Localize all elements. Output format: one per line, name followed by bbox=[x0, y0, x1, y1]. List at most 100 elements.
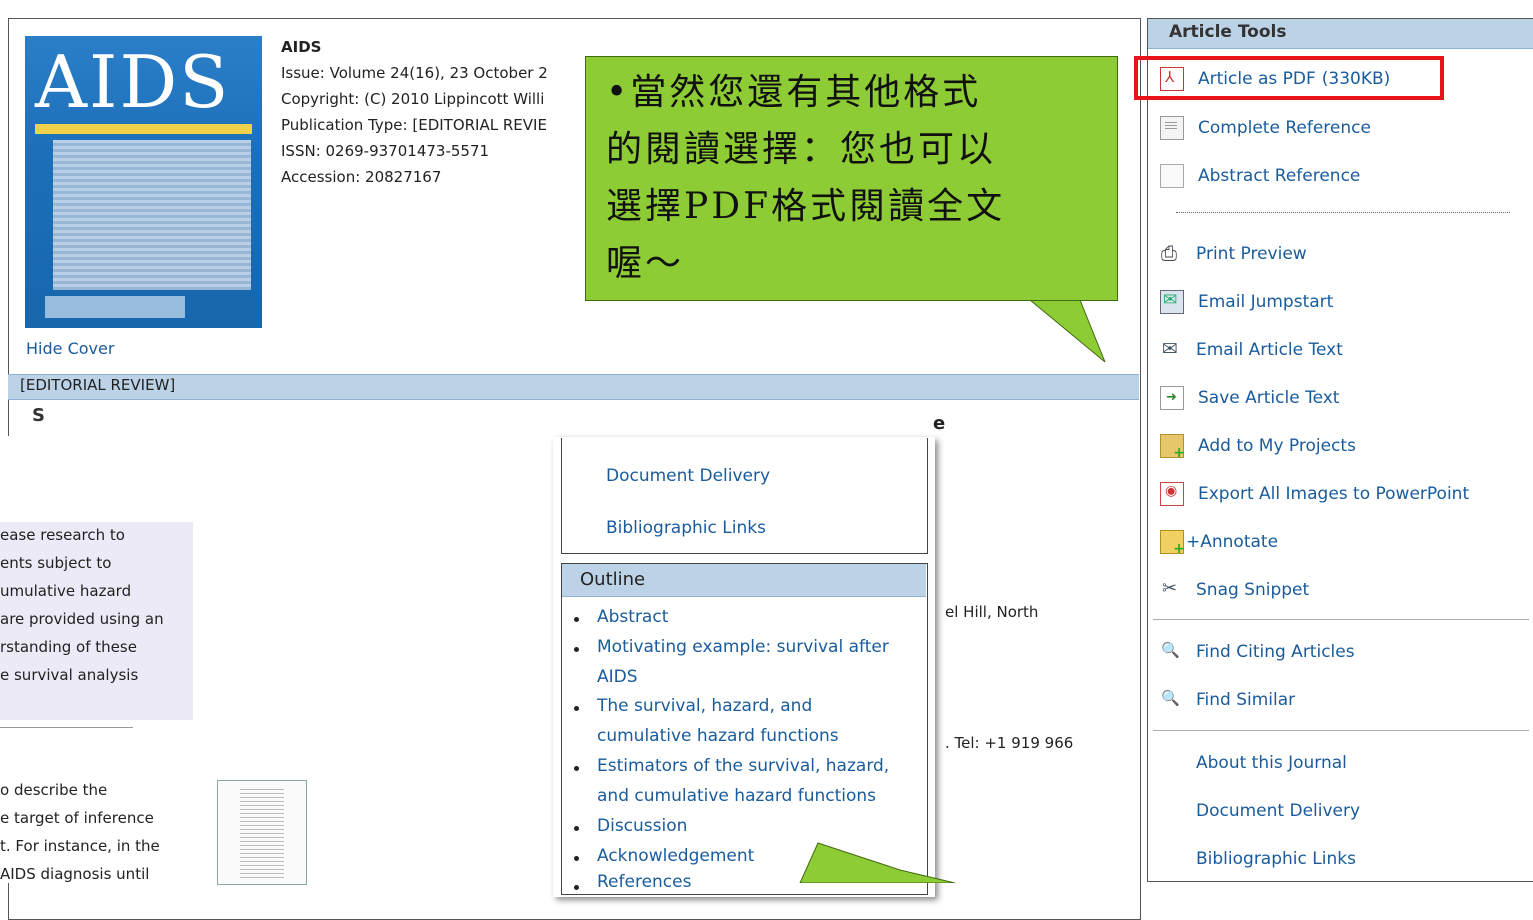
print-preview-link[interactable]: Print Preview bbox=[1160, 241, 1307, 266]
abstract-reference-label: Abstract Reference bbox=[1198, 166, 1361, 186]
bullet bbox=[574, 706, 579, 711]
body-line: t. For instance, in the bbox=[0, 837, 160, 855]
bibliographic-links-label: Bibliographic Links bbox=[1196, 849, 1356, 869]
complete-reference-label: Complete Reference bbox=[1198, 118, 1371, 138]
callout-line: 喔～ bbox=[606, 243, 685, 284]
email-icon bbox=[1160, 338, 1182, 361]
outline-item-discussion[interactable]: Discussion bbox=[597, 816, 687, 836]
outline-item-motivating-example[interactable]: Motivating example: survival after bbox=[597, 637, 889, 657]
save-article-text-label: Save Article Text bbox=[1198, 388, 1340, 408]
outline-item-acknowledgement[interactable]: Acknowledgement bbox=[597, 846, 754, 866]
bullet bbox=[574, 617, 579, 622]
abstract-line: umulative hazard bbox=[0, 582, 132, 600]
body-line: e target of inference bbox=[0, 809, 154, 827]
find-citing-articles-link[interactable]: Find Citing Articles bbox=[1160, 640, 1355, 664]
callout-line: 的閱讀選擇：您也可以 bbox=[606, 129, 997, 170]
export-images-link[interactable]: Export All Images to PowerPoint bbox=[1160, 482, 1469, 506]
document-delivery-label: Document Delivery bbox=[1196, 801, 1361, 821]
body-line: o describe the bbox=[0, 781, 108, 799]
abstract-line: e survival analysis bbox=[0, 666, 139, 684]
bullet bbox=[574, 647, 579, 652]
email-jumpstart-label: Email Jumpstart bbox=[1198, 292, 1334, 312]
dotted-divider bbox=[1176, 212, 1510, 213]
article-title-end: e bbox=[933, 413, 946, 434]
add-to-projects-label: Add to My Projects bbox=[1198, 436, 1356, 456]
bullet bbox=[574, 826, 579, 831]
callout-line: •當然您還有其他格式 bbox=[606, 72, 982, 113]
popup-bibliographic-links-link[interactable]: Bibliographic Links bbox=[606, 518, 766, 538]
document-icon bbox=[1160, 116, 1184, 140]
complete-reference-link[interactable]: Complete Reference bbox=[1160, 116, 1371, 140]
article-title: S bbox=[32, 405, 45, 425]
save-article-text-link[interactable]: Save Article Text bbox=[1160, 386, 1339, 410]
body-line: AIDS diagnosis until bbox=[0, 865, 150, 883]
journal-name: AIDS bbox=[281, 38, 322, 56]
email-article-text-link[interactable]: Email Article Text bbox=[1160, 338, 1343, 362]
bullet bbox=[574, 766, 579, 771]
abstract-line: ents subject to bbox=[0, 554, 112, 572]
magnifier-icon bbox=[1160, 689, 1182, 711]
abstract-line: are provided using an bbox=[0, 610, 164, 628]
find-citing-label: Find Citing Articles bbox=[1196, 642, 1355, 662]
journal-cover-image: AIDS bbox=[25, 36, 262, 328]
outline-item-survival-hazard[interactable]: The survival, hazard, and bbox=[597, 696, 812, 716]
outline-title: Outline bbox=[580, 569, 646, 590]
outline-item-estimators[interactable]: Estimators of the survival, hazard, bbox=[597, 756, 889, 776]
abstract-reference-link[interactable]: Abstract Reference bbox=[1160, 164, 1360, 188]
popup-document-delivery-link[interactable]: Document Delivery bbox=[606, 466, 770, 486]
annotate-label: +Annotate bbox=[1186, 532, 1279, 552]
email-jumpstart-icon bbox=[1160, 290, 1184, 314]
outline-item-survival-hazard-cont[interactable]: cumulative hazard functions bbox=[597, 726, 839, 746]
about-journal-link[interactable]: About this Journal bbox=[1160, 751, 1347, 775]
outline-item-estimators-cont[interactable]: and cumulative hazard functions bbox=[597, 786, 876, 806]
powerpoint-icon bbox=[1160, 482, 1184, 506]
bullet bbox=[574, 856, 579, 861]
copyright-info: Copyright: (C) 2010 Lippincott Willi bbox=[281, 90, 545, 108]
issn-info: ISSN: 0269-93701473-5571 bbox=[281, 142, 490, 160]
pdf-highlight-box bbox=[1134, 56, 1444, 100]
cover-logo: AIDS bbox=[35, 40, 231, 124]
snag-snippet-label: Snag Snippet bbox=[1196, 580, 1310, 600]
email-jumpstart-link[interactable]: Email Jumpstart bbox=[1160, 290, 1333, 314]
callout-text: •當然您還有其他格式 的閱讀選擇：您也可以 選擇PDF格式閱讀全文 喔～ bbox=[606, 64, 1106, 292]
accession-info: Accession: 20827167 bbox=[281, 168, 442, 186]
section-label: [EDITORIAL REVIEW] bbox=[20, 376, 176, 394]
export-images-label: Export All Images to PowerPoint bbox=[1198, 484, 1470, 504]
about-journal-label: About this Journal bbox=[1196, 753, 1347, 773]
affiliation-fragment: el Hill, North bbox=[945, 603, 1039, 621]
outline-item-references[interactable]: References bbox=[597, 872, 691, 892]
tel-fragment: . Tel: +1 919 966 bbox=[945, 734, 1074, 752]
find-similar-link[interactable]: Find Similar bbox=[1160, 688, 1295, 712]
scissors-icon bbox=[1160, 578, 1182, 601]
outline-item-motivating-example-cont[interactable]: AIDS bbox=[597, 667, 638, 687]
abstract-line: ease research to bbox=[0, 526, 125, 544]
bullet bbox=[574, 885, 579, 890]
add-to-projects-link[interactable]: Add to My Projects bbox=[1160, 434, 1356, 461]
outline-item-abstract[interactable]: Abstract bbox=[597, 607, 668, 627]
blank-document-icon bbox=[1160, 164, 1184, 188]
magnifier-icon bbox=[1160, 641, 1182, 663]
snag-snippet-link[interactable]: Snag Snippet bbox=[1160, 578, 1309, 602]
section-band bbox=[8, 374, 1139, 400]
sidebar-document-delivery-link[interactable]: Document Delivery bbox=[1160, 799, 1360, 823]
sidebar-bibliographic-links-link[interactable]: Bibliographic Links bbox=[1160, 847, 1356, 871]
cover-contents bbox=[53, 140, 251, 290]
printer-icon bbox=[1160, 241, 1182, 265]
callout-line: 選擇PDF格式閱讀全文 bbox=[606, 186, 1006, 227]
issue-info: Issue: Volume 24(16), 23 October 2 bbox=[281, 64, 548, 82]
find-similar-label: Find Similar bbox=[1196, 690, 1296, 710]
cover-band bbox=[35, 124, 252, 134]
article-tools-title: Article Tools bbox=[1169, 22, 1287, 42]
folder-add-icon bbox=[1160, 434, 1185, 461]
divider bbox=[1153, 619, 1529, 620]
annotate-link[interactable]: +Annotate bbox=[1160, 530, 1279, 557]
publication-type: Publication Type: [EDITORIAL REVIE bbox=[281, 116, 547, 134]
email-article-text-label: Email Article Text bbox=[1196, 340, 1343, 360]
divider bbox=[0, 727, 133, 728]
figure-thumbnail[interactable] bbox=[217, 780, 307, 885]
print-preview-label: Print Preview bbox=[1196, 244, 1307, 264]
divider bbox=[1153, 730, 1529, 731]
hide-cover-link[interactable]: Hide Cover bbox=[26, 339, 114, 358]
abstract-line: rstanding of these bbox=[0, 638, 137, 656]
annotate-icon bbox=[1160, 530, 1185, 557]
